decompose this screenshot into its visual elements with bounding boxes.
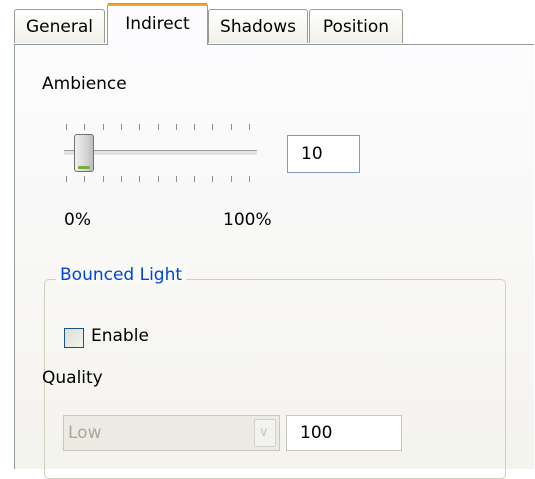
slider-min-label: 0% — [64, 210, 91, 230]
slider-tick — [175, 176, 177, 182]
bounced-light-title: Bounced Light — [56, 265, 187, 285]
dropdown-button[interactable]: ∨ — [254, 419, 276, 447]
tab-general[interactable]: General — [14, 9, 105, 43]
slider-tick — [102, 124, 104, 130]
slider-tick — [230, 176, 232, 182]
quality-label: Quality — [42, 368, 103, 388]
slider-tick — [194, 176, 196, 182]
tab-position[interactable]: Position — [309, 9, 403, 43]
chevron-down-icon: ∨ — [259, 425, 269, 440]
tab-strip: General Indirect Shadows Position — [0, 0, 535, 45]
slider-tick — [66, 124, 67, 130]
slider-tick — [120, 124, 122, 130]
ambience-value-field[interactable]: 10 — [287, 135, 360, 173]
slider-tick — [194, 124, 196, 130]
slider-tick — [84, 124, 86, 130]
ambience-slider-thumb[interactable] — [74, 134, 95, 172]
quality-value-field[interactable]: 100 — [286, 415, 402, 451]
slider-max-label: 100% — [223, 210, 272, 230]
slider-ticks-bottom — [66, 176, 250, 182]
slider-tick — [120, 176, 122, 182]
slider-tick — [175, 124, 177, 130]
enable-label[interactable]: Enable — [91, 326, 149, 346]
slider-tick — [230, 124, 232, 130]
slider-tick — [157, 176, 159, 182]
slider-tick — [212, 176, 214, 182]
tab-shadows[interactable]: Shadows — [208, 9, 308, 43]
slider-tick — [249, 124, 250, 130]
slider-tick — [66, 176, 67, 182]
slider-tick — [139, 176, 141, 182]
slider-tick — [102, 176, 104, 182]
slider-tick — [139, 124, 141, 130]
slider-tick — [212, 124, 214, 130]
enable-checkbox[interactable] — [64, 328, 84, 348]
ambience-label: Ambience — [42, 74, 127, 94]
slider-tick — [157, 124, 159, 130]
slider-tick — [84, 176, 86, 182]
tab-indirect[interactable]: Indirect — [107, 3, 208, 45]
quality-dropdown[interactable]: Low ∨ — [63, 415, 280, 451]
slider-tick — [249, 176, 250, 182]
slider-ticks-top — [66, 124, 250, 130]
quality-dropdown-value: Low — [68, 423, 102, 443]
